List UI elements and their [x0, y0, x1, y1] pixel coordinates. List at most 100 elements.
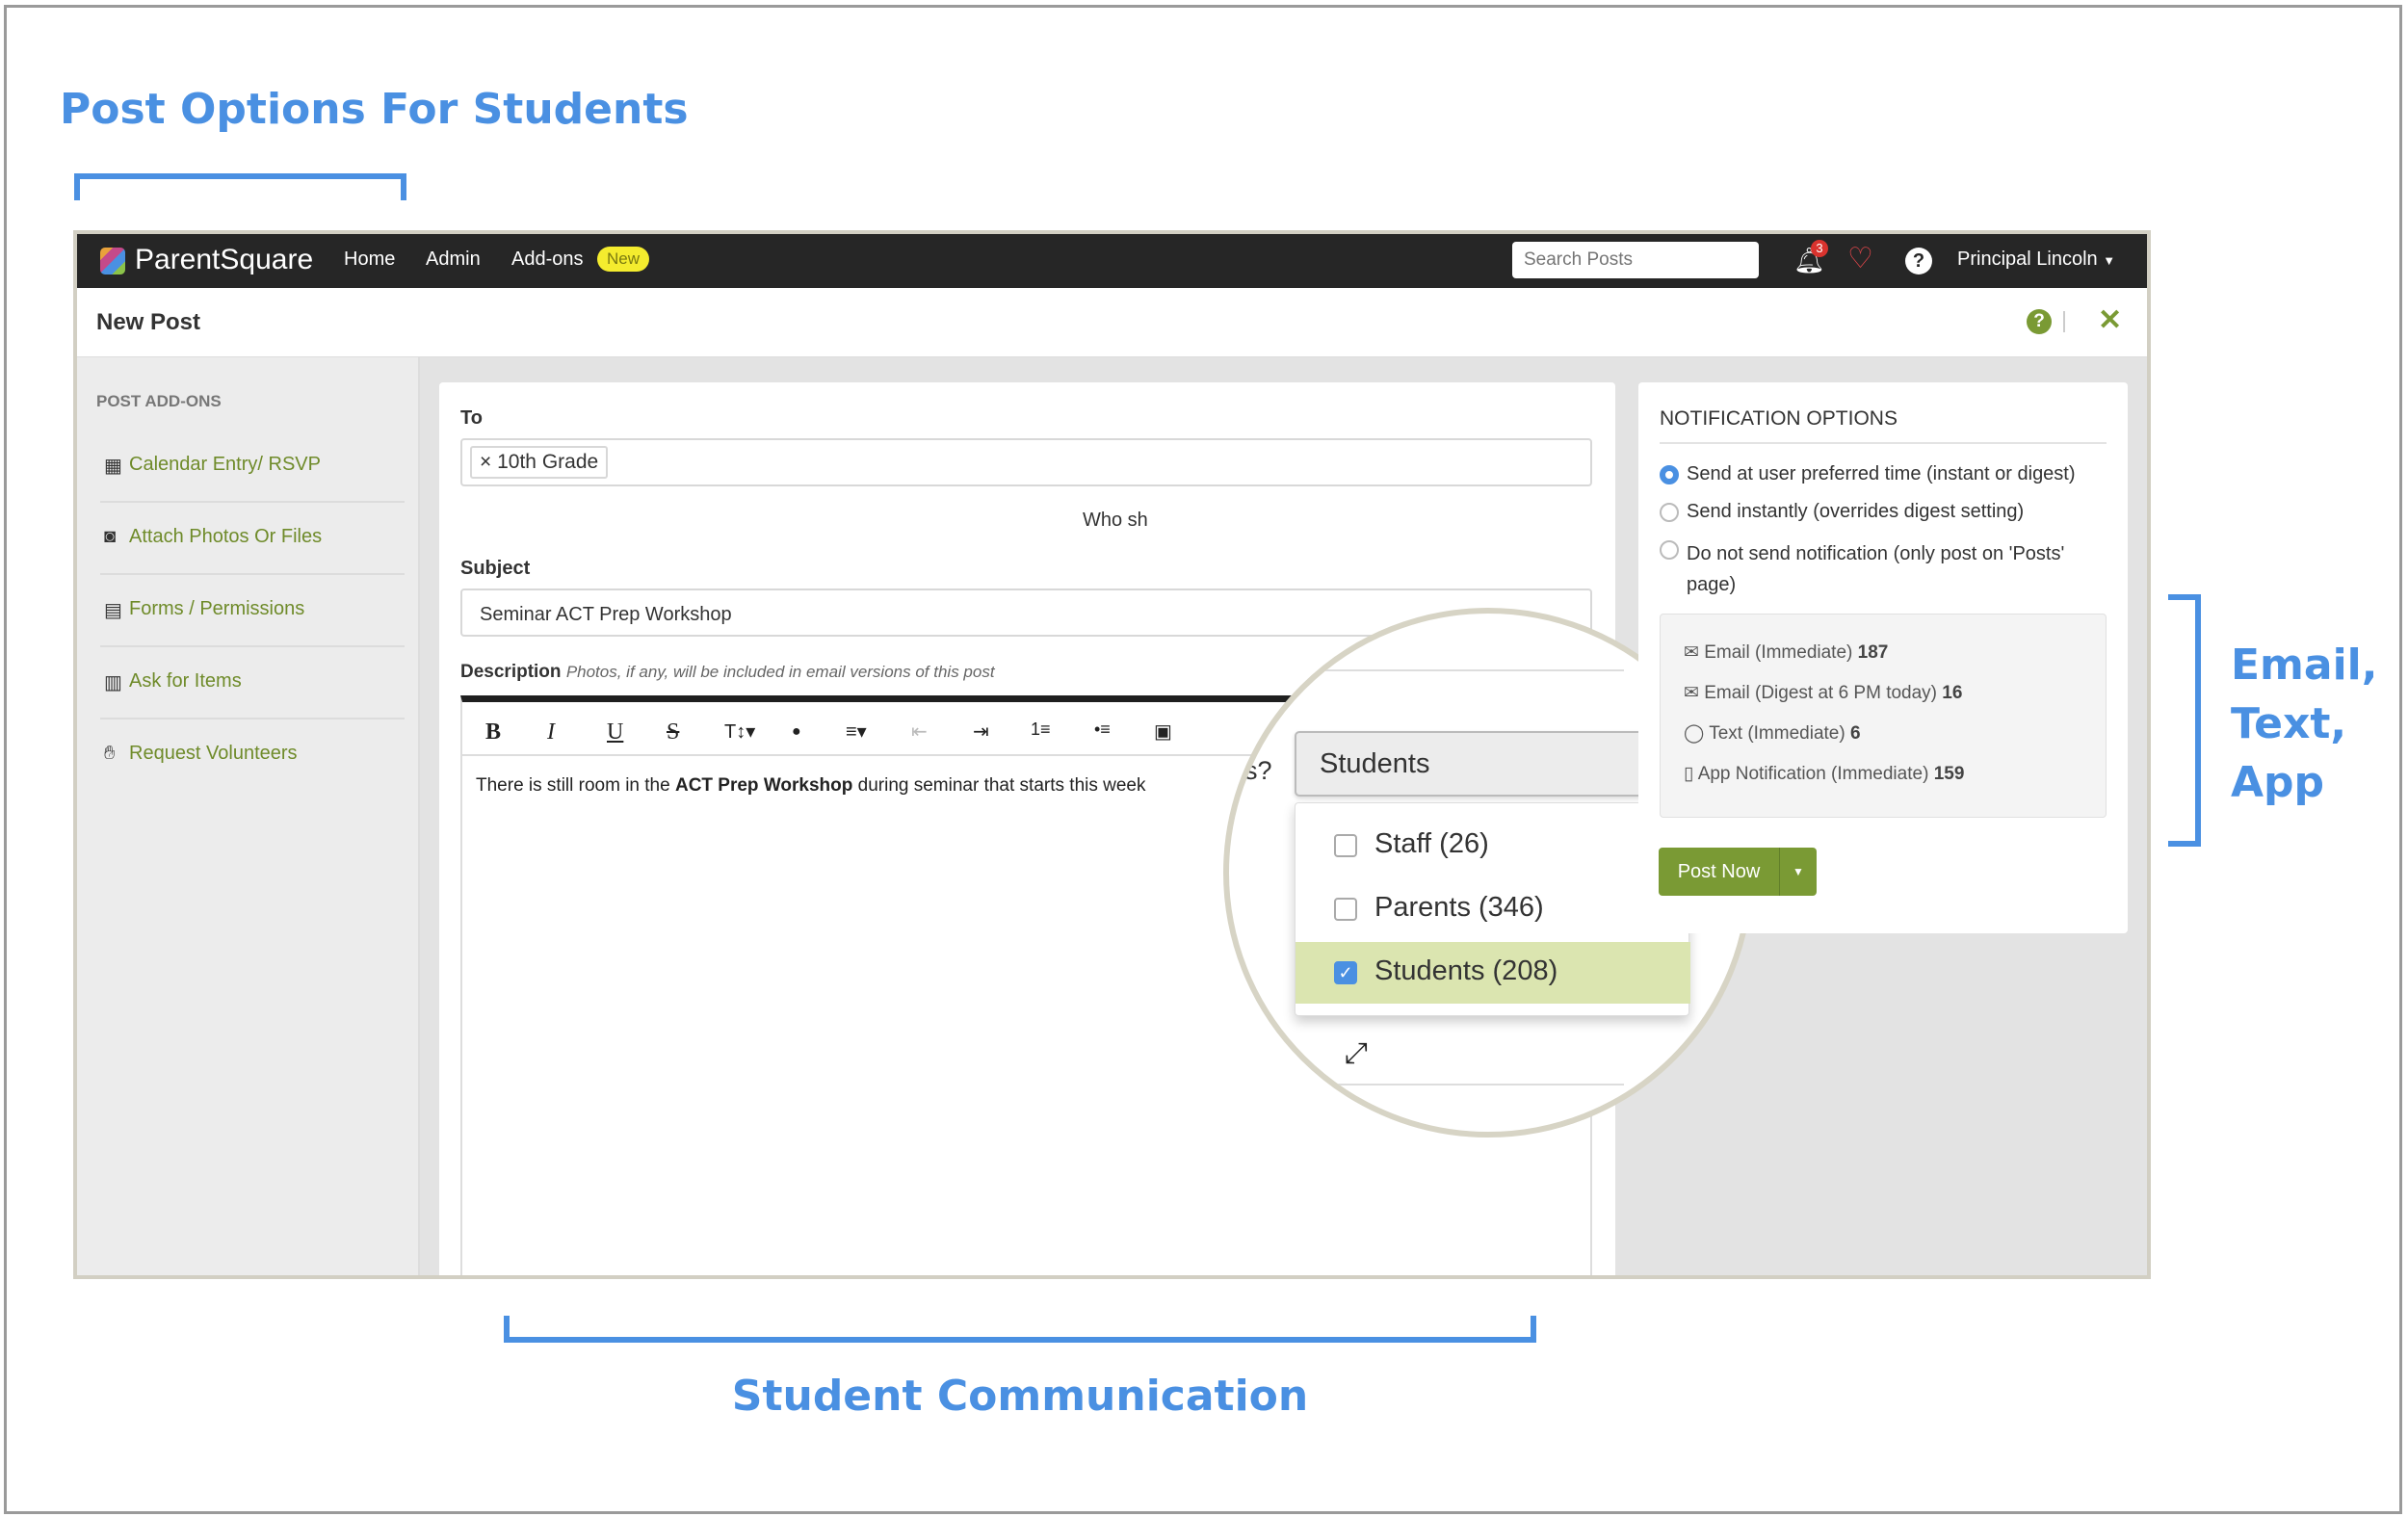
checkbox[interactable] [1334, 834, 1357, 857]
nav-addons[interactable]: Add-ons [511, 248, 584, 271]
remove-chip-icon[interactable]: × [480, 451, 497, 473]
count-email-digest: ✉ Email (Digest at 6 PM today) 16 [1684, 682, 1962, 704]
notification-title: NOTIFICATION OPTIONS [1660, 407, 1898, 430]
radio-send-instantly[interactable]: Send instantly (overrides digest setting… [1660, 501, 2112, 523]
phone-icon: ▯ [1684, 764, 1698, 784]
post-now-button[interactable]: Post Now [1659, 848, 1779, 896]
radio[interactable] [1660, 503, 1679, 522]
option-label: Students (208) [1374, 955, 1558, 986]
document-icon: ▤ [104, 600, 122, 621]
indent-button[interactable]: ⇥ [973, 719, 989, 744]
sidebar-item-ask[interactable]: ▥ Ask for Items [100, 647, 405, 719]
chip-label: 10th Grade [497, 451, 599, 473]
count-label: Email (Immediate) [1704, 642, 1853, 663]
option-staff[interactable]: Staff (26) [1296, 815, 1690, 876]
checkbox[interactable] [1334, 898, 1357, 921]
help-icon[interactable]: ? [2027, 309, 2052, 334]
annotation-right-text: Email, Text, App [2231, 636, 2377, 812]
sidebar-item-label: Ask for Items [129, 670, 242, 692]
nav-home[interactable]: Home [344, 248, 395, 271]
annotation-email: Email, [2231, 641, 2378, 690]
image-button[interactable]: ▣ [1154, 719, 1172, 744]
count-value: 16 [1942, 683, 1963, 703]
help-icon[interactable]: ? [1905, 248, 1932, 275]
to-label: To [460, 407, 483, 429]
option-label: Parents (346) [1374, 892, 1544, 923]
who-label: Who sh [1083, 510, 1148, 531]
count-value: 187 [1857, 642, 1889, 663]
checkbox-checked[interactable]: ✓ [1334, 961, 1357, 984]
unordered-list-button[interactable]: •≡ [1094, 719, 1111, 740]
logo-icon [100, 248, 125, 275]
sidebar-item-attach[interactable]: ◙ Attach Photos Or Files [100, 503, 405, 575]
sidebar-item-label: Attach Photos Or Files [129, 526, 323, 547]
divider [1660, 442, 2107, 444]
radio[interactable] [1660, 540, 1679, 560]
app-screenshot: ParentSquare Home Admin Add-ons New 🔔︎ 3… [73, 230, 2151, 1279]
to-input[interactable]: × 10th Grade [460, 438, 1592, 486]
magnified-input-edge [1229, 669, 1624, 671]
notification-count-badge: 3 [1811, 240, 1828, 257]
count-label: Text (Immediate) [1709, 723, 1845, 744]
annotation-top-title: Post Options For Students [60, 85, 689, 134]
sidebar: POST ADD-ONS ▦ Calendar Entry/ RSVP ◙ Atta… [77, 357, 420, 1275]
sidebar-item-volunteers[interactable]: ✋︎ Request Volunteers [100, 719, 405, 792]
underline-button[interactable]: U [607, 719, 623, 745]
search-input[interactable] [1512, 242, 1759, 278]
editor-content: There is still room in the ACT Prep Work… [476, 775, 1146, 797]
annotation-text: Text, [2231, 699, 2347, 748]
ordered-list-button[interactable]: 1≡ [1031, 719, 1051, 740]
sidebar-item-calendar[interactable]: ▦ Calendar Entry/ RSVP [100, 431, 405, 503]
envelope-icon: ✉ [1684, 683, 1705, 703]
sidebar-item-label: Calendar Entry/ RSVP [129, 454, 321, 475]
calendar-icon: ▦ [104, 456, 122, 477]
font-size-button[interactable]: T↕▾ [724, 719, 755, 744]
option-students[interactable]: ✓ Students (208) [1296, 942, 1690, 1004]
count-label: Email (Digest at 6 PM today) [1704, 683, 1938, 703]
sidebar-item-forms[interactable]: ▤ Forms / Permissions [100, 575, 405, 647]
count-label: App Notification (Immediate) [1697, 764, 1929, 784]
outdent-button[interactable]: ⇤ [911, 719, 928, 744]
audience-select[interactable]: Students ▼ [1295, 731, 1689, 797]
magnified-editor-edge [1229, 1084, 1624, 1085]
radio-preferred-time[interactable]: Send at user preferred time (instant or … [1660, 463, 2112, 485]
divider [2063, 311, 2065, 332]
audience-dropdown: Staff (26) Parents (346) ✓ Students (208) [1295, 802, 1690, 1016]
post-now-button-group: Post Now ▼ [1659, 848, 1817, 896]
caret-down-icon: ▼ [2103, 253, 2116, 268]
post-options-caret-icon[interactable]: ▼ [1779, 848, 1817, 896]
annotation-bracket-bottom [504, 1316, 1536, 1343]
basket-icon: ▥ [104, 672, 122, 693]
radio-selected[interactable] [1660, 465, 1679, 484]
new-badge: New [597, 247, 650, 272]
hand-icon: ✋︎ [104, 743, 116, 764]
close-icon[interactable]: ✕ [2098, 303, 2122, 337]
camera-icon: ◙ [104, 526, 117, 547]
recipient-counts: ✉ Email (Immediate) 187 ✉ Email (Digest … [1660, 614, 2107, 818]
strikethrough-button[interactable]: S [667, 719, 679, 745]
color-button[interactable]: ● [792, 723, 801, 741]
italic-button[interactable]: I [547, 719, 555, 745]
count-email-immediate: ✉ Email (Immediate) 187 [1684, 641, 1888, 664]
sidebar-item-label: Request Volunteers [129, 743, 298, 764]
radio-no-notification[interactable]: Do not send notification (only post on '… [1660, 538, 2103, 600]
sidebar-heading: POST ADD-ONS [96, 392, 222, 410]
option-label: Staff (26) [1374, 828, 1489, 859]
heart-icon[interactable]: ♡ [1847, 242, 1873, 275]
nav-admin[interactable]: Admin [426, 248, 481, 271]
align-button[interactable]: ≡▾ [846, 719, 867, 744]
bold-button[interactable]: B [485, 719, 501, 745]
chat-bubble-icon: ◯ [1684, 723, 1710, 744]
logo[interactable]: ParentSquare [135, 244, 313, 276]
radio-label: Do not send notification (only post on '… [1687, 543, 2065, 595]
page-header: New Post ? ✕ [77, 288, 2147, 357]
option-parents[interactable]: Parents (346) [1296, 878, 1690, 940]
select-value: Students [1320, 748, 1430, 779]
count-text: ◯ Text (Immediate) 6 [1684, 722, 1861, 745]
body-bold: ACT Prep Workshop [674, 775, 853, 796]
description-label: Description Photos, if any, will be incl… [460, 662, 995, 683]
user-menu[interactable]: Principal Lincoln ▼ [1957, 248, 2115, 271]
expand-icon[interactable]: ⤢ [1345, 1037, 1368, 1070]
description-title: Description [460, 662, 562, 682]
count-value: 159 [1933, 764, 1965, 784]
